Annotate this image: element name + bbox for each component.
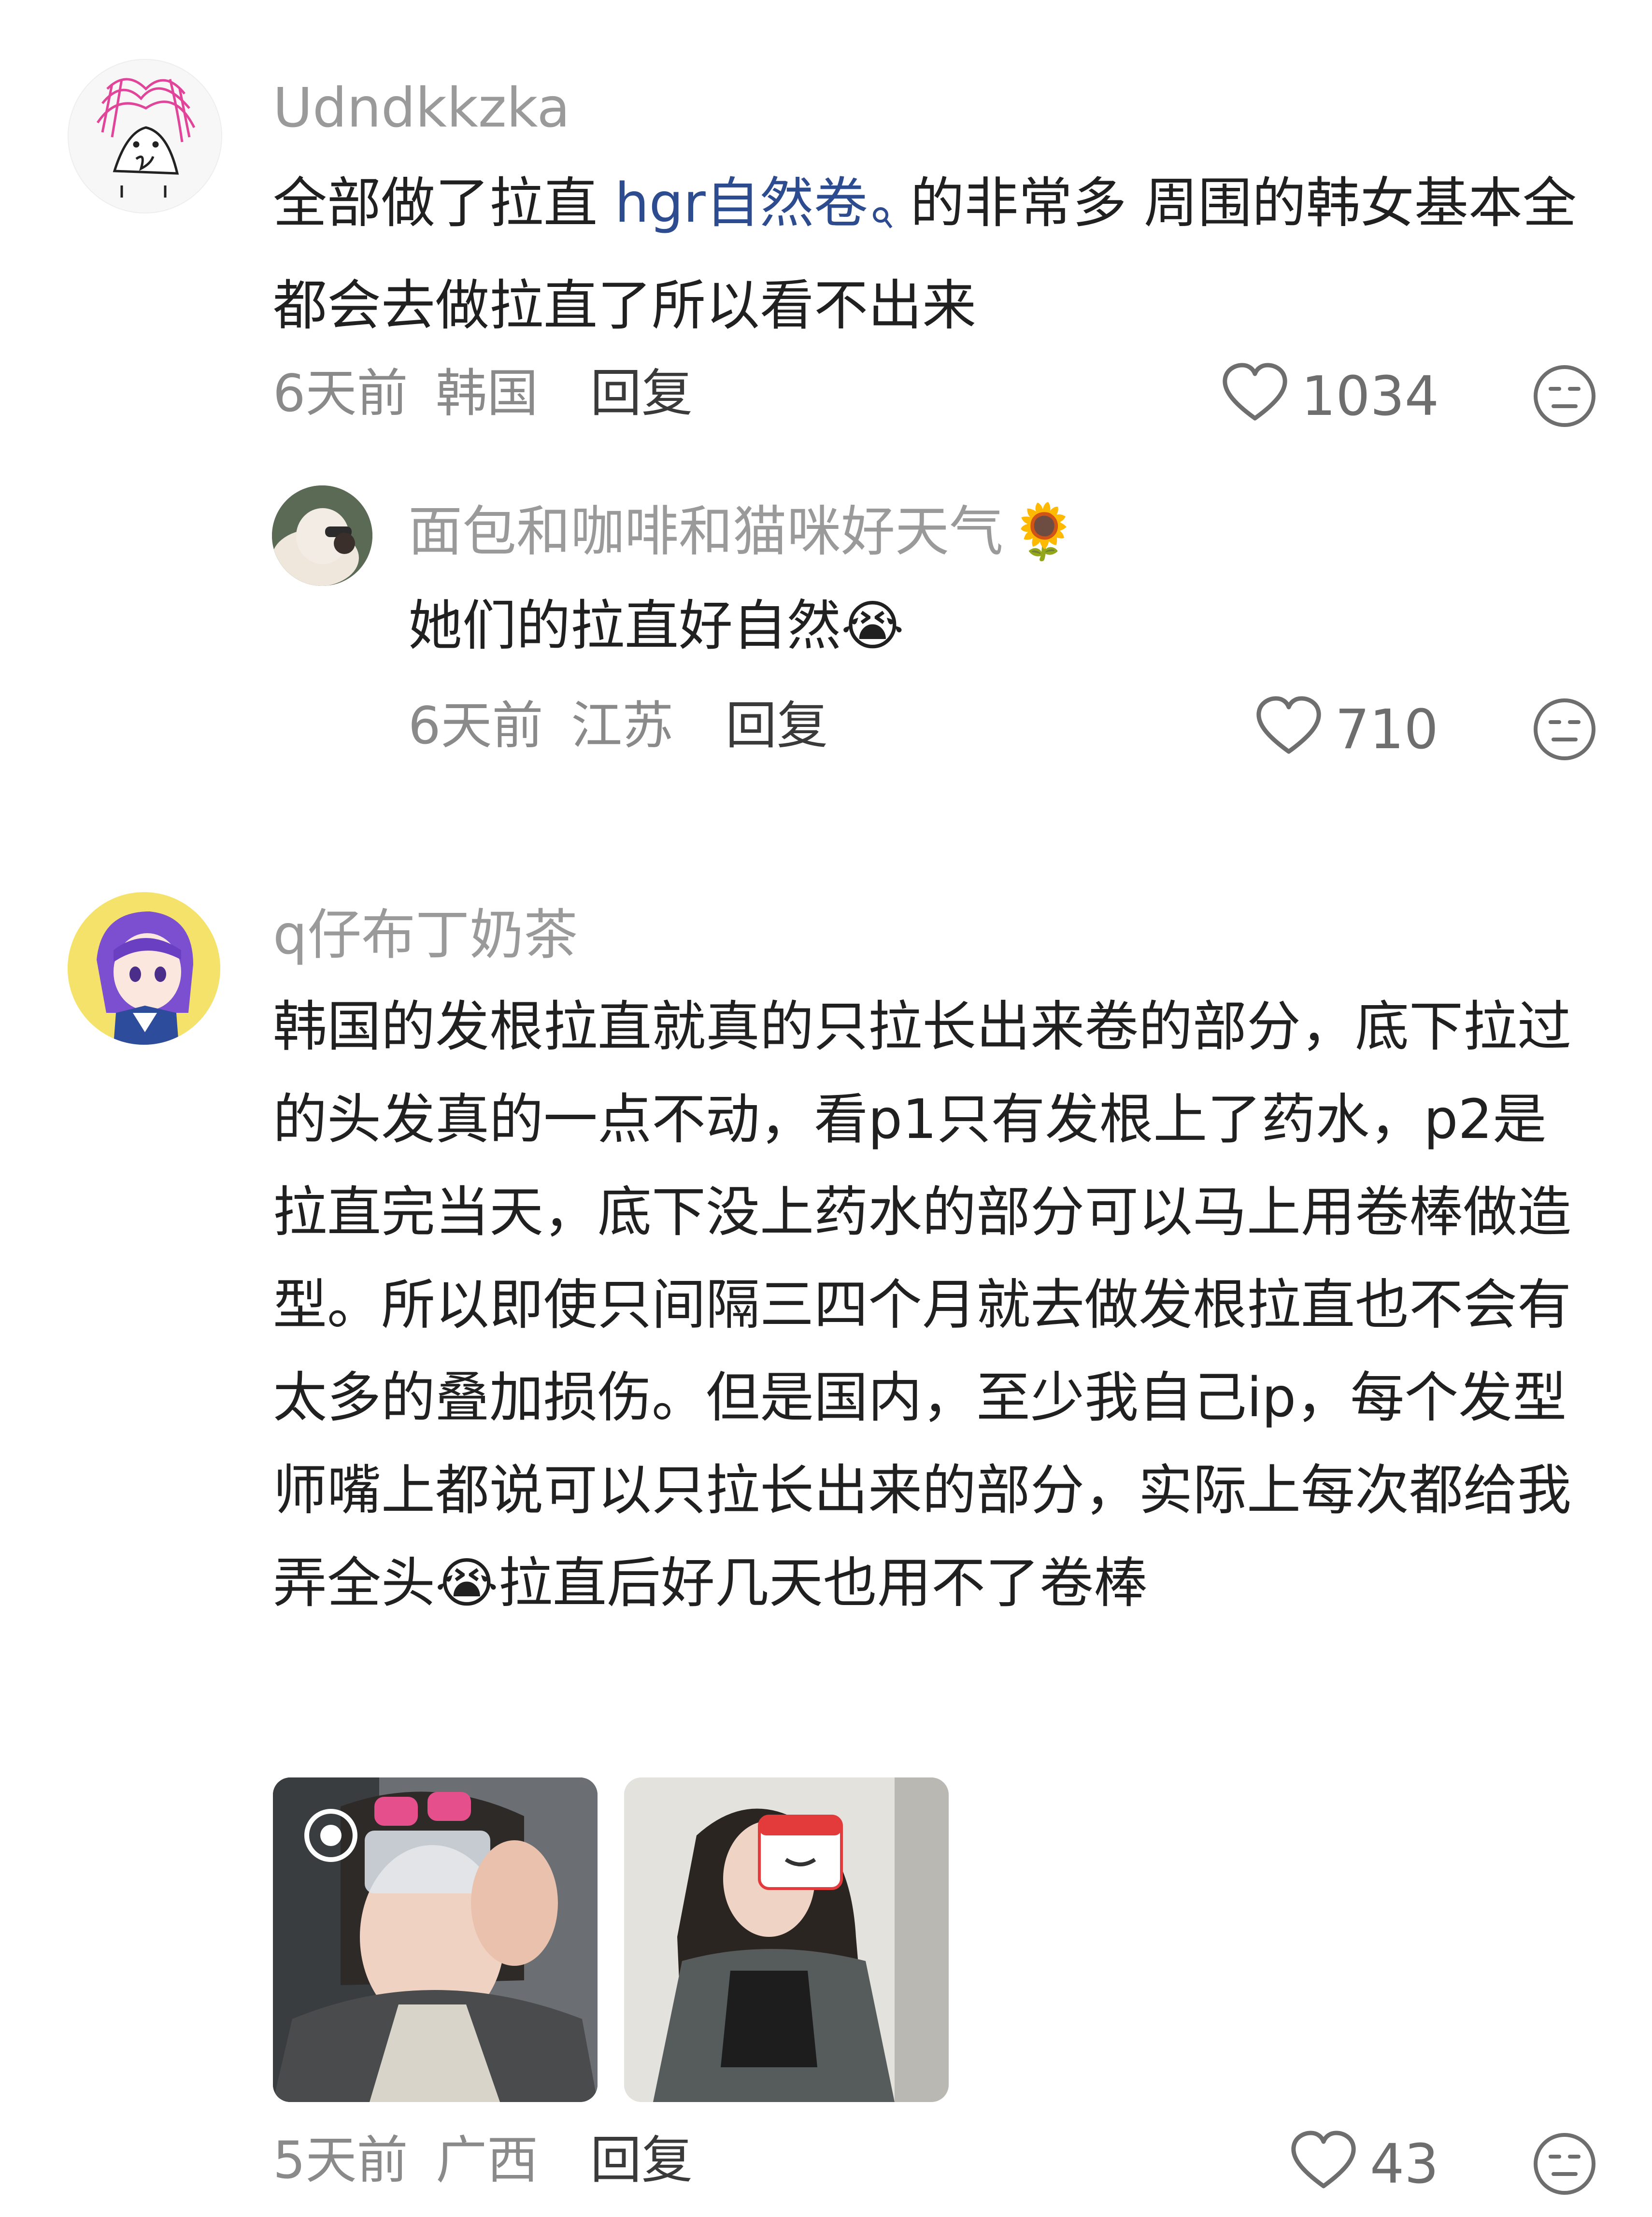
avatar[interactable]	[68, 892, 220, 1045]
reply-time: 6天前 江苏	[408, 700, 673, 752]
comment-text: 全部做了拉直 hgr自然卷 的非常多 周围的韩女基本全都会去做拉直了所以看不出来	[273, 157, 1596, 352]
comment-time-value: 5天前	[273, 2131, 408, 2190]
reply-text-part: 她们的拉直好自然	[408, 595, 841, 657]
image-attachment[interactable]	[624, 1777, 949, 2102]
like-button[interactable]: 43	[1290, 2130, 1439, 2199]
comment-time: 5天前 广西	[273, 2135, 538, 2186]
search-link[interactable]: hgr自然卷	[615, 172, 893, 235]
comment-username[interactable]: q仔布丁奶茶	[273, 908, 578, 962]
heart-outline-icon	[1221, 362, 1289, 431]
dislike-button[interactable]	[1532, 2132, 1597, 2198]
meh-face-icon	[1532, 2133, 1597, 2198]
crying-face-icon: 😭	[841, 595, 904, 657]
reply-time-value: 6天前	[408, 696, 543, 755]
heart-outline-icon	[1255, 696, 1323, 764]
reply-button[interactable]: 回复	[590, 368, 693, 419]
like-count: 710	[1335, 698, 1438, 761]
reply-username-text: 面包和咖啡和猫咪好天气	[408, 500, 1003, 563]
sunflower-icon: 🌻	[1010, 500, 1078, 563]
comment-username[interactable]: Udndkkzka	[273, 81, 570, 135]
search-icon	[871, 167, 893, 259]
meh-face-icon	[1532, 698, 1597, 764]
comment-text: 韩国的发根拉直就真的只拉长出来卷的部分，底下拉过的头发真的一点不动，看p1只有发…	[273, 981, 1596, 1630]
reply-username[interactable]: 面包和咖啡和猫咪好天气 🌻	[408, 505, 1077, 559]
reply-button[interactable]: 回复	[590, 2135, 693, 2186]
dislike-button[interactable]	[1532, 697, 1597, 764]
avatar[interactable]	[68, 59, 222, 213]
like-button[interactable]: 710	[1255, 696, 1438, 764]
meh-face-icon	[1532, 365, 1597, 430]
comment-text-part: 韩国的发根拉直就真的只拉长出来卷的部分，底下拉过的头发真的一点不动，看p1只有发…	[273, 995, 1571, 1615]
reply-location: 江苏	[571, 696, 674, 755]
search-link-label: hgr自然卷	[614, 172, 868, 235]
like-count: 1034	[1301, 365, 1439, 428]
image-attachment[interactable]	[273, 1777, 598, 2102]
reply-button[interactable]: 回复	[726, 700, 828, 752]
like-count: 43	[1370, 2133, 1439, 2196]
live-photo-icon	[307, 1811, 355, 1860]
dislike-button[interactable]	[1532, 364, 1597, 430]
comment-location: 韩国	[436, 364, 539, 423]
comment-time: 6天前 韩国	[273, 368, 538, 419]
comment-text-part: 拉直后好几天也用不了卷棒	[498, 1552, 1148, 1615]
reply-text: 她们的拉直好自然😭	[408, 580, 1592, 672]
crying-face-icon: 😭	[435, 1552, 498, 1615]
comment-text-part: 全部做了拉直	[273, 172, 615, 235]
comment-location: 广西	[436, 2131, 539, 2190]
avatar[interactable]	[272, 485, 372, 586]
comment-time-value: 6天前	[273, 364, 408, 423]
like-button[interactable]: 1034	[1221, 362, 1439, 431]
heart-outline-icon	[1290, 2130, 1357, 2199]
